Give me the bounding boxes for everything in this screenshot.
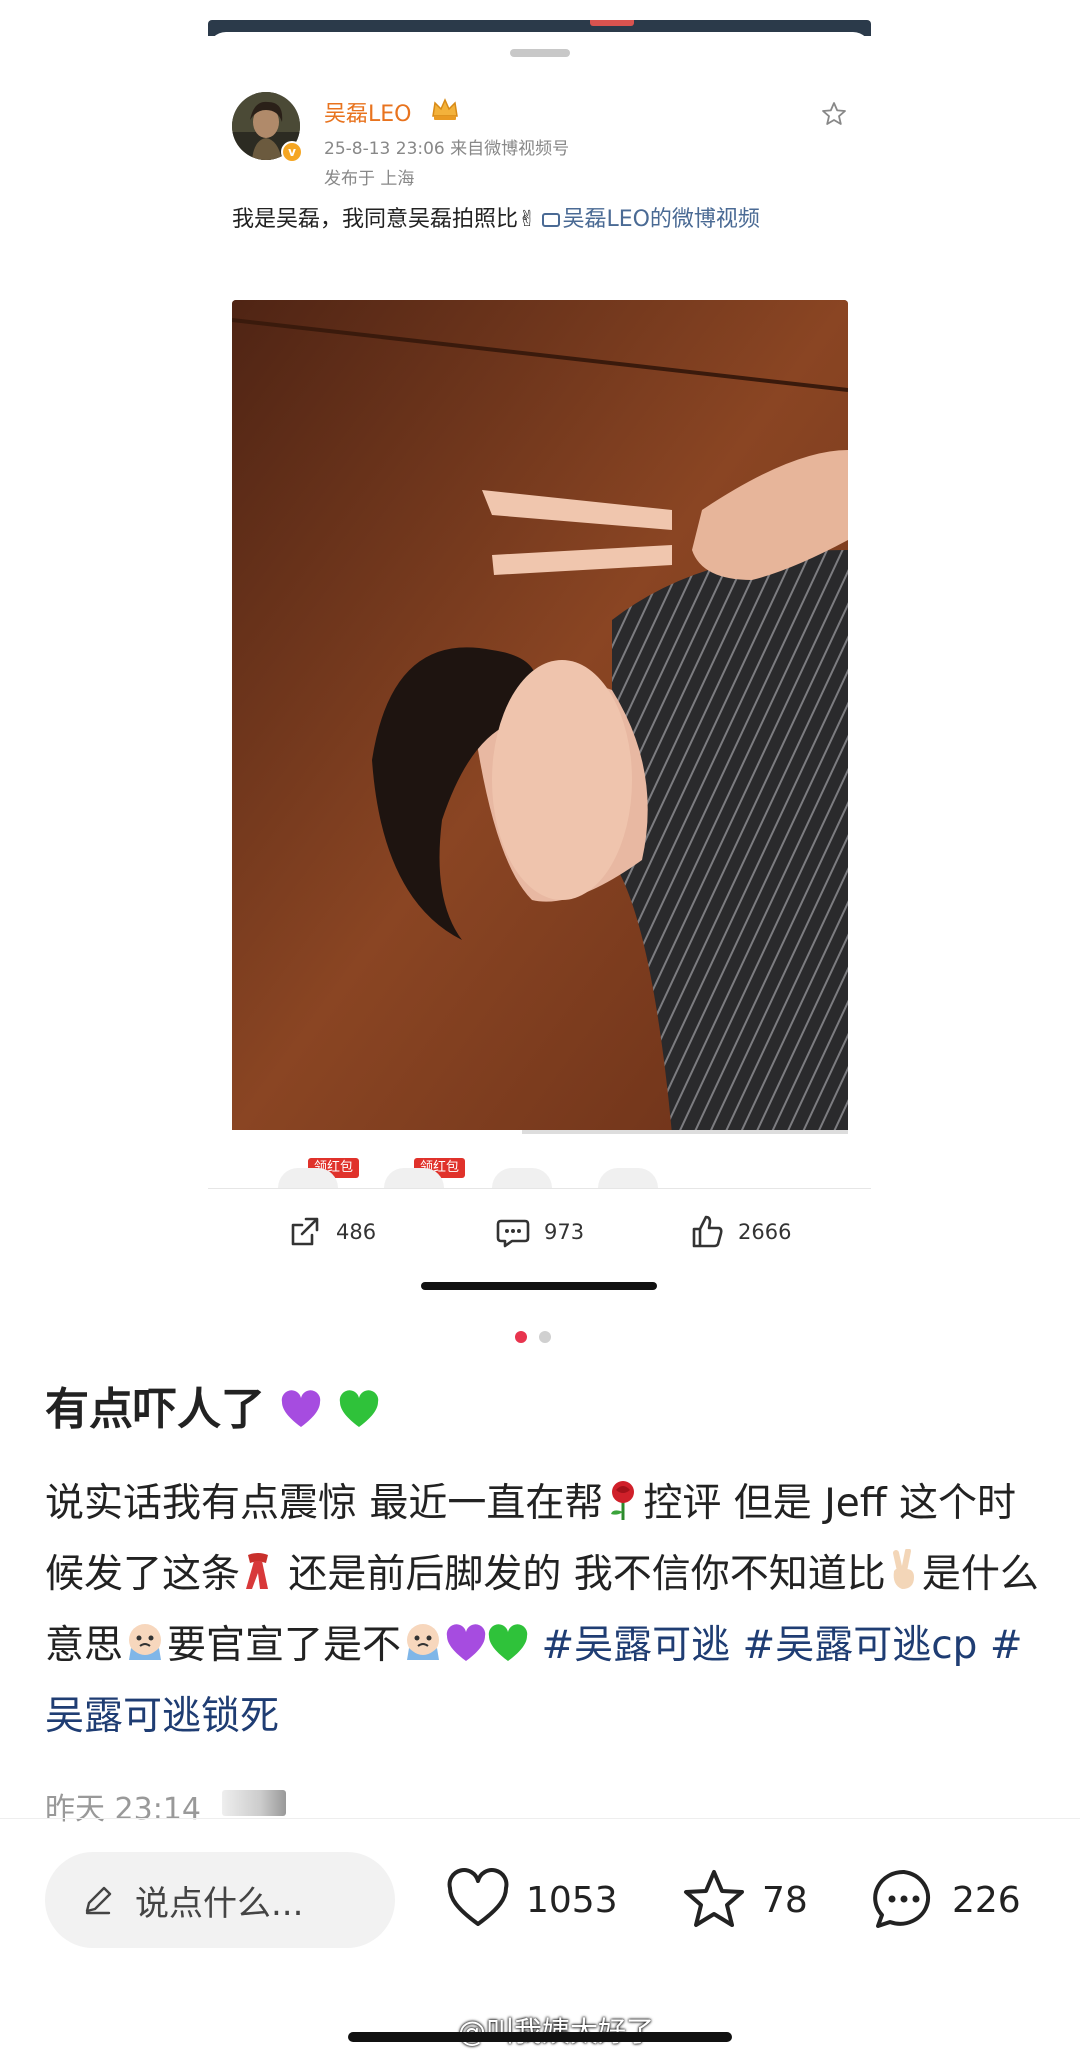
hashtag-link[interactable]: #吴露可逃: [541, 1623, 730, 1668]
screen: v 吴磊LEO 25-8-13 23:06 来自微博视频号 发布于 上海 我是吴…: [0, 0, 1080, 2054]
blurred-location: [222, 1790, 286, 1816]
sheet-grabber: [510, 49, 570, 57]
watermark-text: @叫我姨太好了: [458, 2010, 654, 2050]
pencil-icon: [85, 1886, 112, 1915]
like-icon: [692, 1215, 723, 1248]
embedded-weibo-screenshot[interactable]: v 吴磊LEO 25-8-13 23:06 来自微博视频号 发布于 上海 我是吴…: [208, 20, 871, 1248]
like-button[interactable]: 2666: [686, 1210, 791, 1254]
repost-count: 486: [336, 1220, 377, 1244]
purple-heart-icon: [446, 1624, 486, 1661]
purple-heart-icon: [282, 1390, 321, 1427]
green-heart-icon: [339, 1390, 378, 1427]
rose-icon: [611, 1481, 635, 1520]
post-sheet: v 吴磊LEO 25-8-13 23:06 来自微博视频号 发布于 上海 我是吴…: [208, 32, 871, 1248]
hashtag-link[interactable]: #吴露可逃cp: [743, 1623, 978, 1668]
repost-button[interactable]: 486: [284, 1210, 376, 1254]
note-body-text: 还是前后脚发的 我不信你不知道比: [276, 1552, 886, 1597]
verified-badge-icon: v: [281, 141, 303, 163]
share-channel-icon: [598, 1168, 658, 1188]
post-photo[interactable]: [232, 300, 848, 1134]
note-body-text: 要官宣了是不: [167, 1623, 402, 1668]
divider: [0, 1818, 1080, 1819]
video-link[interactable]: 吴磊LEO的微博视频: [562, 207, 759, 232]
home-indicator: [348, 2032, 732, 2042]
crown-icon: [432, 98, 458, 120]
victory-hand-icon: [892, 1549, 914, 1589]
share-channel-icon: [278, 1168, 338, 1188]
comments-button[interactable]: 226: [868, 1864, 1021, 1936]
crying-face-icon: [129, 1624, 162, 1660]
share-channel-icon: [384, 1168, 444, 1188]
divider: [208, 1188, 871, 1189]
comment-placeholder: 说点什么...: [135, 1883, 304, 1924]
heart-outline-icon: [447, 1868, 509, 1926]
watermark: @叫我姨太好了: [420, 2010, 654, 2050]
star-outline-icon: [684, 1870, 744, 1927]
favorite-button[interactable]: 78: [678, 1864, 808, 1936]
carousel-indicator[interactable]: [515, 1331, 551, 1343]
carousel-dot-active[interactable]: [515, 1331, 527, 1343]
note-title-text: 有点吓人了: [45, 1384, 265, 1435]
chat-bubble-icon: [873, 1869, 931, 1928]
comment-count: 973: [544, 1220, 585, 1244]
green-heart-icon: [488, 1624, 528, 1661]
post-time-source: 25-8-13 23:06 来自微博视频号: [324, 139, 570, 159]
note-title: 有点吓人了: [45, 1380, 380, 1440]
repost-icon: [291, 1217, 319, 1246]
post-text: 我是吴磊，我同意吴磊拍照比✌ 吴磊LEO的微博视频: [232, 202, 847, 238]
comments-count: 226: [952, 1879, 1021, 1921]
video-progress-bar: [232, 1130, 848, 1134]
star-icon[interactable]: [820, 100, 848, 128]
post-text-content: 我是吴磊，我同意吴磊拍照比✌: [232, 207, 537, 232]
like-count: 2666: [738, 1220, 792, 1244]
share-channel-icon: [492, 1168, 552, 1188]
video-icon: [542, 213, 561, 227]
crying-face-icon: [407, 1624, 440, 1660]
comment-button[interactable]: 973: [492, 1210, 584, 1254]
note-body-text: 说实话我有点震惊 最近一直在帮: [45, 1481, 604, 1526]
post-location: 发布于 上海: [324, 169, 415, 189]
comment-icon: [496, 1219, 530, 1248]
embed-home-indicator: [421, 1282, 657, 1290]
favorites-count: 78: [762, 1879, 808, 1921]
note-body: 说实话我有点震惊 最近一直在帮 控评 但是 Jeff 这个时候发了这条 还是前后脚…: [45, 1468, 1040, 1752]
like-note-button[interactable]: 1053: [442, 1864, 618, 1936]
scarf-icon: [246, 1553, 269, 1589]
note-time: 昨天 23:14: [45, 1792, 201, 1827]
comment-input[interactable]: 说点什么...: [45, 1852, 395, 1948]
carousel-dot[interactable]: [539, 1331, 551, 1343]
likes-count: 1053: [526, 1879, 618, 1921]
post-username[interactable]: 吴磊LEO: [324, 96, 411, 128]
